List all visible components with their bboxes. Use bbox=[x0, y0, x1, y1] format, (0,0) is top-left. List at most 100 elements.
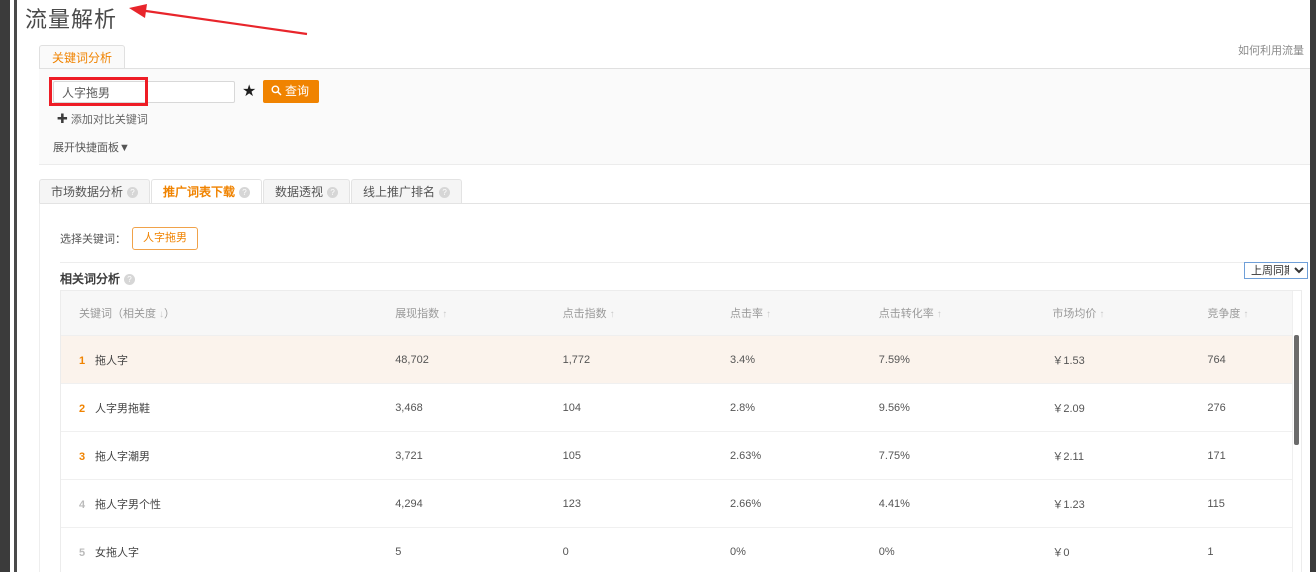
help-icon[interactable]: ? bbox=[239, 187, 251, 198]
cell-impression-index: 3,721 bbox=[377, 431, 545, 480]
related-keywords-table: 关键词（相关度 ↓） 展现指数 ↑ 点击指数 ↑ 点击率 ↑ 点击转化率 ↑ 市场均价 ↑ … bbox=[61, 291, 1301, 572]
row-rank: 1 bbox=[79, 354, 86, 367]
expand-quick-panel-label: 展开快捷面板 bbox=[53, 142, 119, 154]
content-card: 选择关键词： 人字拖男 相关词分析? 上周同期 上月同期 去年同期 bbox=[39, 203, 1310, 572]
cell-click-conversion: 7.75% bbox=[860, 431, 1035, 480]
cell-keyword: 3 拖人字潮男 bbox=[61, 431, 378, 480]
period-compare-select[interactable]: 上周同期 上月同期 去年同期 bbox=[1244, 262, 1308, 279]
cell-ctr: 3.4% bbox=[711, 335, 861, 384]
cell-click-index: 104 bbox=[544, 383, 712, 432]
col-keyword[interactable]: 关键词（相关度 ↓） bbox=[61, 291, 378, 336]
section-title-label: 相关词分析 bbox=[60, 272, 121, 286]
page-canvas: 流量解析 如何利用流量 关键词分析 ★ 查询 ✚添加对比关键词 展开快捷面板▼ … bbox=[17, 0, 1310, 572]
cell-avg-price: ￥1.53 bbox=[1034, 335, 1190, 384]
sort-asc-icon: ↑ bbox=[442, 309, 448, 320]
sort-asc-icon: ↑ bbox=[936, 309, 942, 320]
select-keyword-label: 选择关键词： bbox=[60, 233, 126, 246]
page-title: 流量解析 bbox=[25, 7, 118, 32]
cell-avg-price: ￥1.23 bbox=[1034, 479, 1190, 528]
related-keywords-table-wrap: 关键词（相关度 ↓） 展现指数 ↑ 点击指数 ↑ 点击率 ↑ 点击转化率 ↑ 市场均价 ↑ … bbox=[60, 290, 1302, 572]
cell-ctr: 2.66% bbox=[711, 479, 861, 528]
sort-asc-icon: ↑ bbox=[609, 309, 615, 320]
col-impression-index[interactable]: 展现指数 ↑ bbox=[377, 291, 545, 336]
window-left-edge bbox=[0, 0, 10, 572]
table-row[interactable]: 4 拖人字男个性 4,294 123 2.66% 4.41% ￥1.23 115 bbox=[61, 479, 1301, 528]
col-click-index[interactable]: 点击指数 ↑ bbox=[544, 291, 712, 336]
table-row[interactable]: 1 拖人字 48,702 1,772 3.4% 7.59% ￥1.53 764 bbox=[61, 335, 1301, 384]
keyword-search-input[interactable] bbox=[53, 81, 235, 103]
col-ctr[interactable]: 点击率 ↑ bbox=[711, 291, 861, 336]
cell-click-index: 105 bbox=[544, 431, 712, 480]
expand-quick-panel-toggle[interactable]: 展开快捷面板▼ bbox=[53, 139, 130, 155]
sort-asc-icon: ↑ bbox=[1099, 309, 1105, 320]
cell-keyword: 1 拖人字 bbox=[61, 335, 378, 384]
table-vertical-scrollbar[interactable] bbox=[1292, 291, 1301, 572]
sort-asc-icon: ↑ bbox=[1243, 309, 1249, 320]
query-button[interactable]: 查询 bbox=[263, 80, 320, 103]
cell-impression-index: 48,702 bbox=[377, 335, 545, 384]
row-keyword[interactable]: 人字男拖鞋 bbox=[95, 403, 150, 415]
table-row[interactable]: 5 女拖人字 5 0 0% 0% ￥0 1 bbox=[61, 527, 1301, 572]
cell-avg-price: ￥2.09 bbox=[1034, 383, 1190, 432]
search-icon bbox=[271, 85, 282, 96]
cell-ctr: 2.8% bbox=[711, 383, 861, 432]
col-click-conversion[interactable]: 点击转化率 ↑ bbox=[860, 291, 1035, 336]
query-button-label: 查询 bbox=[285, 84, 310, 98]
cell-click-conversion: 4.41% bbox=[860, 479, 1035, 528]
cell-ctr: 2.63% bbox=[711, 431, 861, 480]
plus-icon: ✚ bbox=[57, 111, 68, 126]
help-icon[interactable]: ? bbox=[327, 187, 339, 198]
cell-keyword: 5 女拖人字 bbox=[61, 527, 378, 572]
scrollbar-thumb[interactable] bbox=[1294, 335, 1299, 445]
table-row[interactable]: 3 拖人字潮男 3,721 105 2.63% 7.75% ￥2.11 171 bbox=[61, 431, 1301, 480]
col-competition[interactable]: 竞争度 ↑ bbox=[1189, 291, 1301, 336]
cell-competition: 1 bbox=[1189, 527, 1301, 572]
how-to-use-traffic-link[interactable]: 如何利用流量 bbox=[1238, 42, 1304, 58]
add-compare-label: 添加对比关键词 bbox=[70, 114, 148, 126]
red-arrow-annotation bbox=[129, 4, 308, 36]
cell-click-conversion: 0% bbox=[860, 527, 1035, 572]
chevron-down-icon: ▼ bbox=[119, 142, 130, 154]
table-header-row: 关键词（相关度 ↓） 展现指数 ↑ 点击指数 ↑ 点击率 ↑ 点击转化率 ↑ 市场均价 ↑ … bbox=[61, 291, 1301, 336]
star-icon[interactable]: ★ bbox=[242, 81, 256, 103]
col-label: 点击率 bbox=[729, 308, 763, 320]
help-icon[interactable]: ? bbox=[439, 187, 451, 198]
cell-keyword: 2 人字男拖鞋 bbox=[61, 383, 378, 432]
add-compare-keyword-button[interactable]: ✚ 添加对比关键词 bbox=[57, 111, 148, 127]
row-keyword[interactable]: 女拖人字 bbox=[95, 547, 139, 559]
help-icon[interactable]: ? bbox=[124, 274, 136, 285]
section-divider bbox=[60, 262, 1294, 263]
cell-avg-price: ￥0 bbox=[1034, 527, 1190, 572]
tab-market-data-analysis[interactable]: 市场数据分析? bbox=[39, 179, 151, 204]
tab-keyword-analysis[interactable]: 关键词分析 bbox=[39, 45, 126, 69]
row-keyword[interactable]: 拖人字 bbox=[95, 355, 128, 367]
col-label: 关键词（相关度 bbox=[79, 308, 156, 320]
col-label: 点击指数 bbox=[562, 308, 607, 320]
cell-click-conversion: 7.59% bbox=[860, 335, 1035, 384]
row-rank: 4 bbox=[79, 498, 86, 511]
cell-click-index: 123 bbox=[544, 479, 712, 528]
col-label: 展现指数 bbox=[395, 308, 440, 320]
selected-keyword-chip[interactable]: 人字拖男 bbox=[132, 227, 198, 250]
col-label: 市场均价 bbox=[1052, 308, 1097, 320]
tab-label: 市场数据分析 bbox=[51, 185, 124, 199]
row-keyword[interactable]: 拖人字潮男 bbox=[95, 451, 150, 463]
row-keyword[interactable]: 拖人字男个性 bbox=[95, 499, 161, 511]
tab-data-pivot[interactable]: 数据透视? bbox=[263, 179, 351, 204]
table-row[interactable]: 2 人字男拖鞋 3,468 104 2.8% 9.56% ￥2.09 276 bbox=[61, 383, 1301, 432]
help-icon[interactable]: ? bbox=[127, 187, 139, 198]
cell-impression-index: 3,468 bbox=[377, 383, 545, 432]
cell-keyword: 4 拖人字男个性 bbox=[61, 479, 378, 528]
cell-click-index: 0 bbox=[544, 527, 712, 572]
tab-label: 线上推广排名 bbox=[363, 185, 436, 199]
cell-impression-index: 5 bbox=[377, 527, 545, 572]
col-label: 竞争度 bbox=[1207, 308, 1241, 320]
tab-promotion-word-download[interactable]: 推广词表下载? bbox=[151, 179, 263, 204]
cell-competition: 115 bbox=[1189, 479, 1301, 528]
row-rank: 3 bbox=[79, 450, 86, 463]
tab-label: 推广词表下载 bbox=[163, 185, 236, 199]
tab-online-promotion-ranking[interactable]: 线上推广排名? bbox=[351, 179, 463, 204]
search-tabbar: 关键词分析 bbox=[39, 44, 126, 69]
col-avg-price[interactable]: 市场均价 ↑ bbox=[1034, 291, 1190, 336]
cell-avg-price: ￥2.11 bbox=[1034, 431, 1190, 480]
